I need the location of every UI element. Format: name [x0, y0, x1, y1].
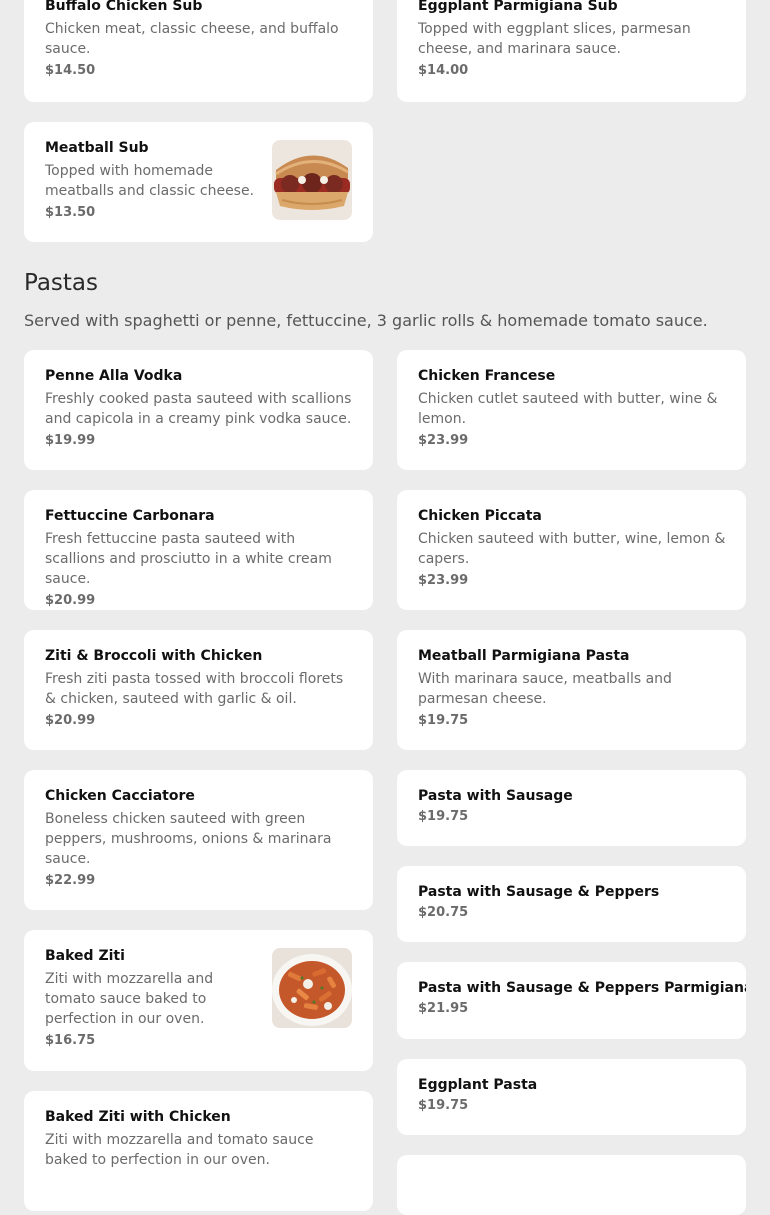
menu-item-name: Pasta with Sausage & Peppers Parmigiana [418, 980, 746, 996]
section-title: Pastas [24, 270, 99, 296]
menu-item-card[interactable]: Buffalo Chicken Sub Chicken meat, classi… [24, 0, 373, 102]
menu-item-price: $14.50 [45, 63, 96, 78]
menu-item-card[interactable]: Chicken Cacciatore Boneless chicken saut… [24, 770, 373, 910]
menu-item-card[interactable]: Chicken Piccata Chicken sauteed with but… [397, 490, 746, 610]
menu-item-price: $23.99 [418, 433, 469, 448]
menu-item-price: $20.99 [45, 593, 96, 608]
menu-item-description: Freshly cooked pasta sauteed with scalli… [45, 391, 352, 427]
meatball-sub-photo [272, 140, 352, 220]
menu-item-card[interactable] [397, 1155, 746, 1215]
menu-item-description: Chicken cutlet sauteed with butter, wine… [418, 391, 718, 427]
menu-item-card[interactable]: Baked Ziti with Chicken Ziti with mozzar… [24, 1091, 373, 1211]
menu-item-description: Fresh fettuccine pasta sauteed with scal… [45, 531, 332, 587]
menu-item-price: $21.95 [418, 1001, 469, 1016]
menu-item-card[interactable]: Meatball Sub Topped with homemade meatba… [24, 122, 373, 242]
menu-item-description: Ziti with mozzarella and tomato sauce ba… [45, 971, 214, 1027]
menu-item-name: Chicken Cacciatore [45, 788, 195, 804]
menu-item-description: Fresh ziti pasta tossed with broccoli fl… [45, 671, 344, 707]
menu-item-price: $23.99 [418, 573, 469, 588]
menu-item-price: $16.75 [45, 1033, 96, 1048]
menu-item-price: $19.99 [45, 433, 96, 448]
menu-item-name: Meatball Sub [45, 140, 149, 156]
menu-item-name: Chicken Francese [418, 368, 556, 384]
menu-item-name: Pasta with Sausage & Peppers [418, 884, 660, 900]
menu-item-card[interactable]: Ziti & Broccoli with Chicken Fresh ziti … [24, 630, 373, 750]
menu-item-description: With marinara sauce, meatballs and parme… [418, 671, 672, 707]
menu-item-card[interactable]: Pasta with Sausage $19.75 [397, 770, 746, 846]
menu-item-price: $14.00 [418, 63, 469, 78]
menu-item-name: Baked Ziti with Chicken [45, 1109, 231, 1125]
menu-item-price: $19.75 [418, 809, 469, 824]
menu-item-price: $19.75 [418, 713, 469, 728]
menu-item-price: $20.99 [45, 713, 96, 728]
menu-item-name: Meatball Parmigiana Pasta [418, 648, 630, 664]
menu-item-name: Buffalo Chicken Sub [45, 0, 203, 14]
menu-item-name: Eggplant Parmigiana Sub [418, 0, 618, 14]
menu-item-card[interactable]: Pasta with Sausage & Peppers $20.75 [397, 866, 746, 942]
menu-item-price: $22.99 [45, 873, 96, 888]
menu-item-card[interactable]: Penne Alla Vodka Freshly cooked pasta sa… [24, 350, 373, 470]
menu-item-description: Chicken meat, classic cheese, and buffal… [45, 21, 339, 57]
menu-item-card[interactable]: Fettuccine Carbonara Fresh fettuccine pa… [24, 490, 373, 610]
baked-ziti-photo [272, 948, 352, 1028]
menu-item-description: Chicken sauteed with butter, wine, lemon… [418, 531, 726, 567]
menu-item-card[interactable]: Pasta with Sausage & Peppers Parmigiana … [397, 962, 746, 1039]
menu-item-name: Baked Ziti [45, 948, 125, 964]
menu-item-card[interactable]: Eggplant Pasta $19.75 [397, 1059, 746, 1135]
menu-item-name: Pasta with Sausage [418, 788, 573, 804]
menu-item-name: Chicken Piccata [418, 508, 542, 524]
menu-item-card[interactable]: Baked Ziti Ziti with mozzarella and toma… [24, 930, 373, 1071]
menu-item-name: Penne Alla Vodka [45, 368, 183, 384]
menu-item-card[interactable]: Eggplant Parmigiana Sub Topped with eggp… [397, 0, 746, 102]
menu-item-name: Fettuccine Carbonara [45, 508, 215, 524]
menu-item-description: Topped with eggplant slices, parmesan ch… [418, 21, 691, 57]
menu-item-description: Topped with homemade meatballs and class… [45, 163, 255, 199]
menu-item-card[interactable]: Chicken Francese Chicken cutlet sauteed … [397, 350, 746, 470]
menu-item-price: $20.75 [418, 905, 469, 920]
menu-item-name: Ziti & Broccoli with Chicken [45, 648, 263, 664]
menu-item-description: Ziti with mozzarella and tomato sauce ba… [45, 1132, 314, 1168]
menu-item-name: Eggplant Pasta [418, 1077, 538, 1093]
menu-item-price: $13.50 [45, 205, 96, 220]
section-description: Served with spaghetti or penne, fettucci… [24, 311, 708, 330]
menu-item-card[interactable]: Meatball Parmigiana Pasta With marinara … [397, 630, 746, 750]
menu-item-price: $19.75 [418, 1098, 469, 1113]
menu-item-description: Boneless chicken sauteed with green pepp… [45, 811, 332, 867]
